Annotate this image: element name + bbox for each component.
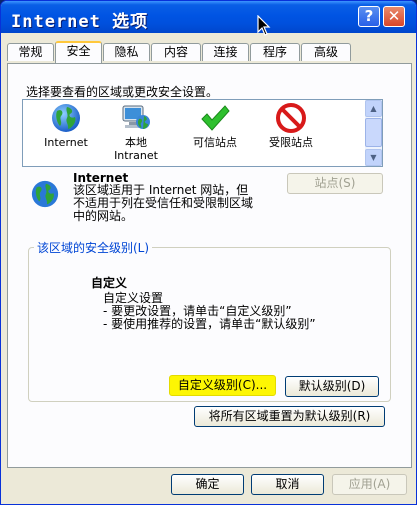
- zone-local-intranet[interactable]: 本地 Intranet: [96, 102, 176, 162]
- internet-options-dialog: Internet 选项 ? ✕ 常规 安全 隐私 内容 连接 程序 高级 选择要…: [0, 0, 417, 505]
- close-button[interactable]: ✕: [383, 6, 405, 27]
- custom-level-button[interactable]: 自定义级别(C)...: [169, 375, 276, 396]
- reset-all-zones-button[interactable]: 将所有区域重置为默认级别(R): [194, 406, 385, 427]
- zone-intranet-label-2: Intranet: [114, 149, 158, 162]
- default-level-button[interactable]: 默认级别(D): [285, 376, 379, 397]
- zone-prompt: 选择要查看的区域或更改安全设置。: [26, 85, 219, 99]
- zone-internet[interactable]: Internet: [26, 102, 106, 149]
- ok-button[interactable]: 确定: [171, 474, 244, 495]
- custom-level-title: 自定义: [91, 276, 128, 290]
- computer-globe-icon: [122, 105, 150, 129]
- zone-list-scrollbar[interactable]: ▲ ▼: [365, 100, 382, 166]
- scroll-thumb[interactable]: [365, 118, 382, 147]
- title-bar[interactable]: Internet 选项 ? ✕: [1, 1, 416, 36]
- zone-list: Internet 本地 Intranet 可信站点 受限站点 ▲ ▼: [22, 99, 383, 167]
- zone-trusted-label: 可信站点: [193, 136, 237, 149]
- tab-connections[interactable]: 连接: [202, 43, 249, 61]
- zone-trusted-sites[interactable]: 可信站点: [175, 102, 255, 149]
- custom-level-description: 自定义设置 - 要更改设置，请单击“自定义级别” - 要使用推荐的设置，请单击“…: [103, 292, 316, 331]
- selected-zone-globe-icon: [31, 180, 59, 208]
- scroll-down-icon[interactable]: ▼: [365, 149, 382, 166]
- tab-content[interactable]: 内容: [151, 43, 201, 61]
- zone-internet-label: Internet: [44, 136, 88, 149]
- tab-privacy[interactable]: 隐私: [103, 43, 150, 61]
- globe-icon: [52, 104, 80, 132]
- restricted-icon: [276, 103, 306, 133]
- apply-button[interactable]: 应用(A): [332, 474, 407, 495]
- mouse-cursor-icon: [257, 15, 271, 36]
- sites-button[interactable]: 站点(S): [287, 173, 383, 194]
- custom-desc-line: - 要使用推荐的设置，请单击“默认级别”: [103, 317, 316, 331]
- selected-zone-description: 该区域适用于 Internet 网站，但 不适用于列在受信任和受限制区域 中的网…: [73, 184, 253, 223]
- help-button[interactable]: ?: [358, 6, 380, 27]
- tab-security[interactable]: 安全: [55, 41, 102, 63]
- zone-intranet-label: 本地: [125, 136, 147, 149]
- zone-restricted-label: 受限站点: [269, 136, 313, 149]
- zone-restricted-sites[interactable]: 受限站点: [251, 102, 331, 149]
- cancel-button[interactable]: 取消: [251, 474, 324, 495]
- tab-advanced[interactable]: 高级: [301, 43, 351, 61]
- security-level-group-title: 该区域的安全级别(L): [34, 239, 153, 256]
- scroll-up-icon[interactable]: ▲: [365, 100, 382, 117]
- window-title: Internet 选项: [11, 12, 149, 32]
- tab-programs[interactable]: 程序: [250, 43, 300, 61]
- tab-general[interactable]: 常规: [7, 43, 54, 61]
- zone-desc-line: 中的网站。: [73, 209, 134, 223]
- checkmark-icon: [201, 105, 230, 131]
